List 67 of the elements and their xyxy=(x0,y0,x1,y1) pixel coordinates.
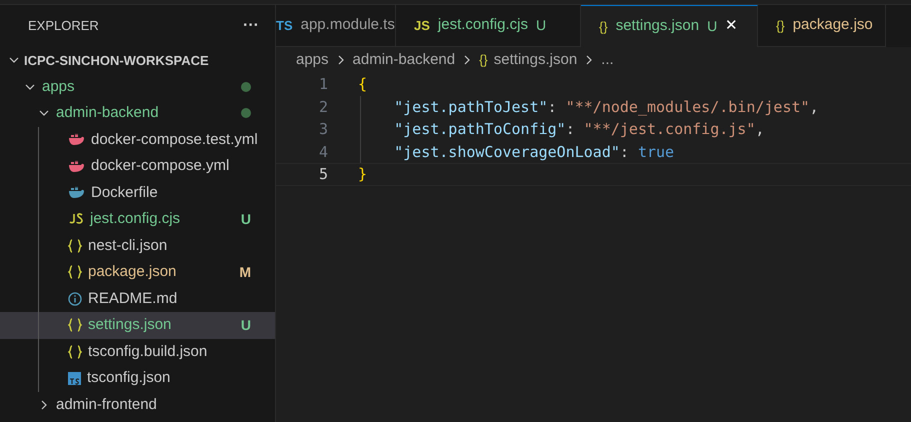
whale-icon xyxy=(68,187,85,198)
whale-icon xyxy=(68,160,85,172)
file-name: admin-backend xyxy=(56,103,159,123)
editor-tab[interactable]: {} package.jso xyxy=(758,5,886,47)
file-name: docker-compose.yml xyxy=(91,156,230,176)
file-name: admin-frontend xyxy=(56,394,157,414)
folder-item[interactable]: apps xyxy=(0,74,275,100)
code-line: "jest.showCoverageOnLoad": true xyxy=(393,142,674,162)
whale-icon xyxy=(68,134,85,146)
git-status: U xyxy=(240,210,251,229)
braces-icon xyxy=(68,265,82,280)
editor-tab[interactable]: {} settings.json U ✕ xyxy=(581,5,758,47)
code-line: { xyxy=(358,74,368,95)
folder-item[interactable]: admin-frontend xyxy=(0,392,275,418)
file-item[interactable]: docker-compose.yml xyxy=(0,153,275,180)
git-status: U xyxy=(240,316,251,335)
line-number: 1 xyxy=(318,74,328,95)
info-icon xyxy=(68,292,82,306)
breadcrumb-item[interactable]: admin-backend xyxy=(352,48,456,72)
file-item[interactable]: docker-compose.test.yml xyxy=(0,126,275,153)
braces-icon xyxy=(68,318,82,332)
folder-item[interactable]: admin-backend xyxy=(0,100,275,126)
code-line: } xyxy=(358,164,368,185)
file-name: settings.json xyxy=(88,315,172,335)
workspace-name: ICPC-SINCHON-WORKSPACE xyxy=(24,52,209,70)
file-name: Dockerfile xyxy=(91,182,158,202)
breadcrumb-item[interactable]: apps xyxy=(296,48,329,72)
file-item[interactable]: nest-cli.json xyxy=(0,232,275,259)
file-name: apps xyxy=(42,76,75,96)
line-number: 5 xyxy=(318,164,328,185)
ts-file-icon xyxy=(68,372,81,385)
line-number: 2 xyxy=(318,96,328,118)
git-status: U xyxy=(707,17,718,36)
file-name: nest-cli.json xyxy=(88,236,168,256)
file-name: tsconfig.json xyxy=(87,368,170,388)
sidebar-title: EXPLORER xyxy=(28,17,99,36)
js-file-icon xyxy=(68,213,84,226)
file-item[interactable]: package.json M xyxy=(0,259,275,286)
file-item[interactable]: settings.json U xyxy=(0,312,275,338)
file-name: jest.config.cjs xyxy=(90,209,180,229)
braces-icon: {} xyxy=(599,16,608,36)
more-actions-button[interactable]: ··· xyxy=(243,14,259,38)
ts-icon: TS xyxy=(276,16,293,36)
breadcrumb-item[interactable]: ... xyxy=(601,48,614,72)
file-item[interactable]: tsconfig.json xyxy=(0,365,275,392)
braces-icon xyxy=(68,238,82,253)
line-number: 3 xyxy=(318,119,328,140)
file-name: README.md xyxy=(88,288,178,308)
git-status: M xyxy=(239,262,251,282)
js-icon: JS xyxy=(414,16,430,36)
file-name: tsconfig.build.json xyxy=(88,342,208,362)
braces-icon: {} xyxy=(479,50,488,70)
code-line: "jest.pathToConfig": "**/jest.config.js", xyxy=(393,119,764,140)
code-line: "jest.pathToJest": "**/node_modules/.bin/jest", xyxy=(393,96,819,118)
file-item[interactable]: jest.config.cjs U xyxy=(0,206,275,232)
braces-icon xyxy=(68,344,82,359)
file-name: package.json xyxy=(88,262,176,282)
file-item[interactable]: Dockerfile xyxy=(0,180,275,206)
file-name: docker-compose.test.yml xyxy=(91,130,258,150)
file-item[interactable]: tsconfig.build.json xyxy=(0,338,275,365)
braces-icon: {} xyxy=(776,16,785,36)
editor-tab[interactable]: TS app.module.ts xyxy=(276,5,396,47)
line-number: 4 xyxy=(318,142,328,162)
file-item[interactable]: README.md xyxy=(0,286,275,312)
breadcrumb-item[interactable]: settings.json xyxy=(494,48,578,72)
workspace-header[interactable]: ICPC-SINCHON-WORKSPACE xyxy=(0,47,275,74)
git-status: U xyxy=(536,16,546,35)
